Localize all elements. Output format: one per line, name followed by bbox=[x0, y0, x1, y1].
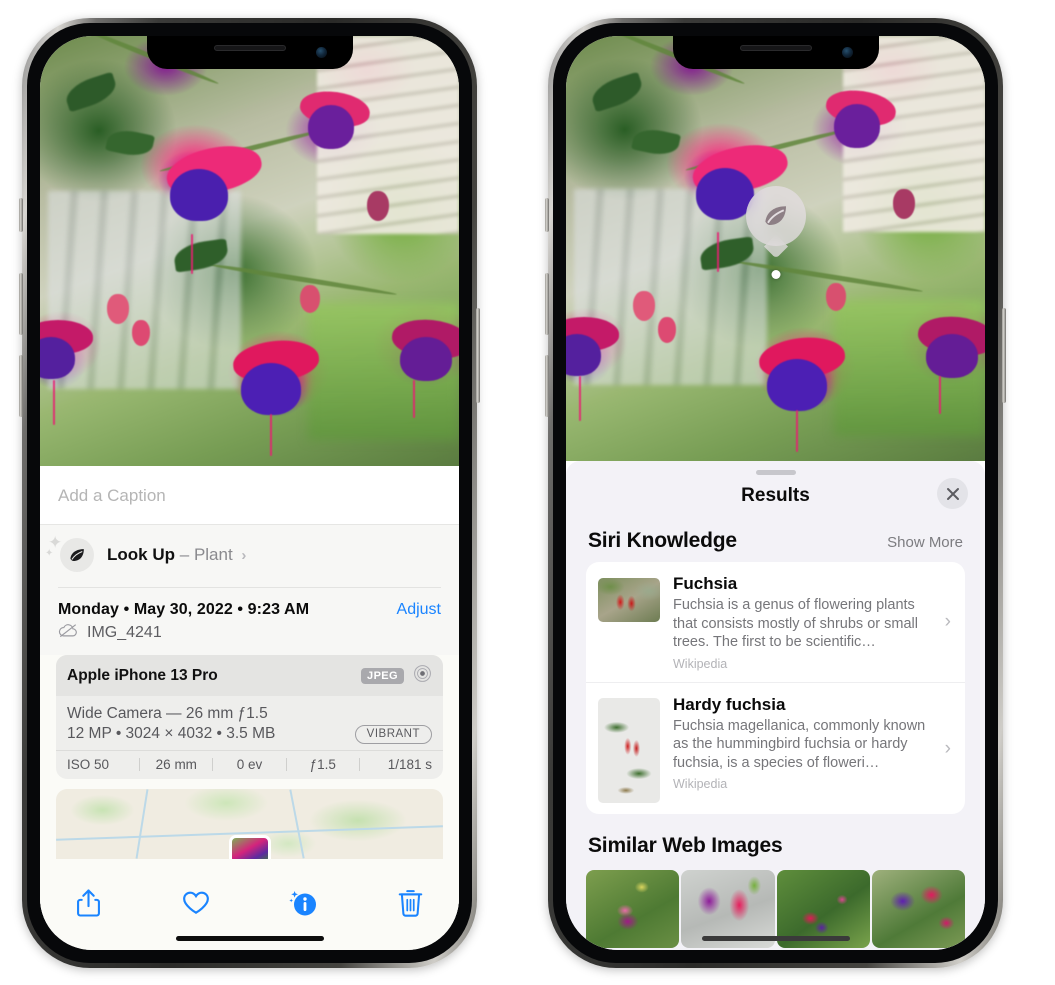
list-item[interactable]: Fuchsia Fuchsia is a genus of flowering … bbox=[586, 562, 965, 682]
earpiece-speaker bbox=[739, 45, 812, 51]
badge-anchor-dot bbox=[771, 270, 780, 279]
location-map-thumbnail[interactable] bbox=[56, 789, 443, 859]
phone-screen-right: Results Siri Knowledge Show More Fuchsia… bbox=[566, 36, 985, 950]
volume-down-button[interactable] bbox=[545, 355, 549, 417]
result-source: Wikipedia bbox=[673, 777, 728, 792]
visual-lookup-badge[interactable] bbox=[745, 186, 806, 279]
exif-stat-ev: 0 ev bbox=[236, 757, 263, 772]
result-title: Hardy fuchsia bbox=[673, 694, 786, 714]
fuchsia-thumbnail bbox=[598, 578, 660, 622]
exif-stat-aperture: ƒ1.5 bbox=[309, 757, 336, 772]
notch bbox=[146, 36, 353, 69]
phone-bezel: Add a Caption ✦ ✦ Look Up – Plant › Mond… bbox=[27, 23, 472, 963]
caption-input[interactable]: Add a Caption bbox=[40, 466, 459, 525]
results-sheet: Results Siri Knowledge Show More Fuchsia… bbox=[566, 461, 985, 950]
exif-body: Wide Camera — 26 mm ƒ1.5 12 MP • 3024 × … bbox=[56, 696, 443, 750]
format-badge: JPEG bbox=[361, 668, 404, 684]
phone-bezel: Results Siri Knowledge Show More Fuchsia… bbox=[553, 23, 998, 963]
list-item[interactable]: Hardy fuchsia Fuchsia magellanica, commo… bbox=[586, 681, 965, 814]
exif-stat-focal: 26 mm bbox=[155, 757, 197, 772]
sheet-header: Results bbox=[566, 475, 985, 521]
leaf-icon bbox=[745, 186, 806, 246]
lens-line: Wide Camera — 26 mm ƒ1.5 bbox=[67, 705, 268, 722]
photo-pin bbox=[228, 835, 271, 859]
siri-knowledge-header: Siri Knowledge Show More bbox=[566, 521, 985, 562]
similar-image-1[interactable] bbox=[586, 869, 680, 948]
exif-stats-row: ISO 50 26 mm 0 ev ƒ1.5 1/181 s bbox=[56, 750, 443, 779]
similar-image-4[interactable] bbox=[871, 869, 965, 948]
chevron-right-icon: › bbox=[241, 547, 247, 564]
volume-down-button[interactable] bbox=[19, 355, 23, 417]
result-source: Wikipedia bbox=[673, 656, 728, 671]
chevron-right-icon: › bbox=[944, 737, 951, 759]
phone-screen-left: Add a Caption ✦ ✦ Look Up – Plant › Mond… bbox=[40, 36, 459, 950]
home-indicator[interactable] bbox=[701, 936, 850, 941]
similar-web-images-header: Similar Web Images bbox=[566, 814, 985, 864]
photo-toolbar bbox=[40, 859, 459, 935]
photographic-style-badge: VIBRANT bbox=[354, 724, 432, 744]
exif-header: Apple iPhone 13 Pro JPEG bbox=[56, 655, 443, 696]
section-title: Similar Web Images bbox=[588, 833, 783, 857]
visual-lookup-results-phone: Results Siri Knowledge Show More Fuchsia… bbox=[545, 18, 1006, 968]
volume-up-button[interactable] bbox=[19, 273, 23, 335]
capture-date: Monday • May 30, 2022 • 9:23 AM bbox=[58, 601, 310, 618]
section-title: Siri Knowledge bbox=[588, 529, 737, 552]
look-up-row[interactable]: ✦ ✦ Look Up – Plant › bbox=[40, 525, 459, 587]
adjust-button[interactable]: Adjust bbox=[397, 601, 441, 619]
siri-knowledge-card: Fuchsia Fuchsia is a genus of flowering … bbox=[586, 562, 965, 814]
exif-stat-iso: ISO 50 bbox=[67, 757, 110, 772]
page-title: Results bbox=[741, 485, 810, 506]
power-button[interactable] bbox=[476, 308, 480, 403]
look-up-label: Look Up – Plant › bbox=[107, 545, 246, 565]
result-description: Fuchsia magellanica, commonly known as t… bbox=[673, 717, 926, 771]
notch bbox=[672, 36, 879, 69]
result-description: Fuchsia is a genus of flowering plants t… bbox=[673, 597, 918, 651]
hardy-fuchsia-thumbnail bbox=[598, 697, 660, 803]
screenshot-root: Add a Caption ✦ ✦ Look Up – Plant › Mond… bbox=[0, 0, 1055, 985]
sparkle-small-icon: ✦ bbox=[45, 548, 54, 559]
chevron-right-icon: › bbox=[944, 611, 951, 633]
photo-viewer[interactable] bbox=[566, 36, 985, 461]
mute-switch[interactable] bbox=[545, 198, 549, 232]
device-name: Apple iPhone 13 Pro bbox=[67, 667, 218, 684]
favorite-button[interactable] bbox=[176, 883, 216, 923]
look-up-title: Look Up bbox=[107, 545, 175, 564]
home-indicator[interactable] bbox=[175, 936, 324, 941]
look-up-dash: – bbox=[179, 545, 190, 564]
result-title: Fuchsia bbox=[673, 574, 738, 593]
look-up-subject: Plant bbox=[193, 545, 233, 564]
photo-info-panel: Add a Caption ✦ ✦ Look Up – Plant › Mond… bbox=[40, 466, 459, 950]
delete-button[interactable] bbox=[391, 883, 431, 923]
share-button[interactable] bbox=[68, 883, 108, 923]
exif-stat-shutter: 1/181 s bbox=[387, 757, 433, 772]
icloud-slash-icon bbox=[58, 623, 78, 643]
front-camera-icon bbox=[841, 47, 853, 58]
earpiece-speaker bbox=[213, 45, 286, 51]
info-button[interactable] bbox=[283, 883, 323, 923]
power-button[interactable] bbox=[1002, 308, 1006, 403]
mute-switch[interactable] bbox=[19, 198, 23, 232]
show-more-button[interactable]: Show More bbox=[887, 534, 963, 551]
photo-viewer[interactable] bbox=[40, 36, 459, 466]
exif-card[interactable]: Apple iPhone 13 Pro JPEG Wide Camera — 2… bbox=[56, 655, 443, 779]
close-icon[interactable] bbox=[937, 478, 968, 509]
filename-row: IMG_4241 bbox=[58, 620, 441, 655]
size-line: 12 MP • 3024 × 4032 • 3.5 MB bbox=[67, 725, 276, 742]
file-name: IMG_4241 bbox=[87, 624, 162, 641]
date-row: Monday • May 30, 2022 • 9:23 AM Adjust bbox=[58, 588, 441, 620]
volume-up-button[interactable] bbox=[545, 273, 549, 335]
photos-detail-phone: Add a Caption ✦ ✦ Look Up – Plant › Mond… bbox=[19, 18, 480, 968]
metadata-block: Monday • May 30, 2022 • 9:23 AM Adjust I… bbox=[40, 587, 459, 655]
leaf-icon: ✦ ✦ bbox=[45, 534, 94, 572]
front-camera-icon bbox=[315, 47, 327, 58]
aperture-icon[interactable] bbox=[413, 664, 432, 688]
